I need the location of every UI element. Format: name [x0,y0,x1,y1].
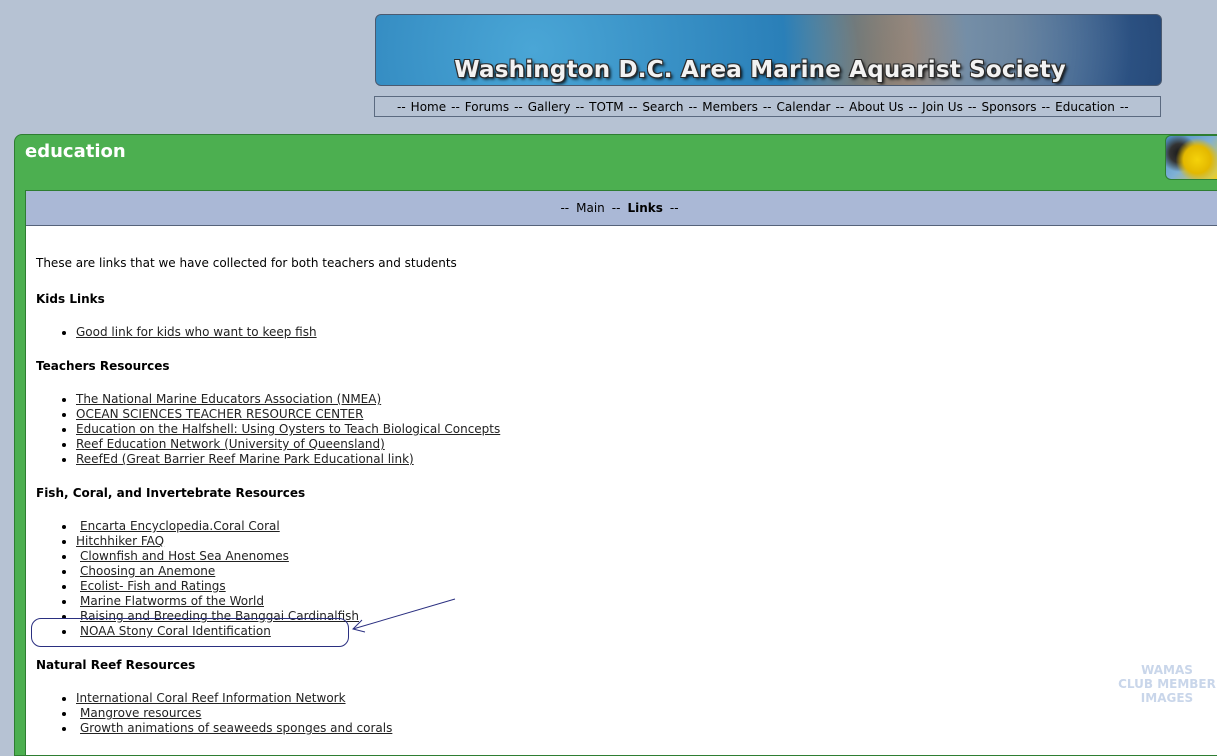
list-item: Clownfish and Host Sea Anenomes [76,549,1217,564]
nav-separator: -- [1119,99,1129,114]
teachers-links-list: The National Marine Educators Associatio… [36,392,1217,467]
list-item: Good link for kids who want to keep fish [76,325,1217,340]
nav-gallery[interactable]: Gallery [528,100,571,114]
sub-nav: -- Main -- Links -- [26,191,1217,226]
kids-links-list: Good link for kids who want to keep fish [36,325,1217,340]
watermark: WAMAS CLUB MEMBER IMAGES [1118,663,1216,705]
link-icrin[interactable]: International Coral Reef Information Net… [76,691,346,705]
nav-home[interactable]: Home [411,100,446,114]
link-noaa-stony-coral[interactable]: NOAA Stony Coral Identification [80,624,271,638]
content-area: -- Main -- Links -- These are links that… [25,190,1217,755]
list-item: Ecolist- Fish and Ratings [76,579,1217,594]
link-reefed[interactable]: ReefEd (Great Barrier Reef Marine Park E… [76,452,414,466]
list-item: The National Marine Educators Associatio… [76,392,1217,407]
education-panel: education -- Main -- Links -- These are … [14,134,1217,756]
link-hitchhiker-faq[interactable]: Hitchhiker FAQ [76,534,164,548]
nav-about-us[interactable]: About Us [849,100,903,114]
list-item: Marine Flatworms of the World [76,594,1217,609]
link-encarta-coral[interactable]: Encarta Encyclopedia.Coral Coral [80,519,280,533]
nav-separator: -- [575,99,585,114]
intro-text: These are links that we have collected f… [36,256,457,270]
list-item: Reef Education Network (University of Qu… [76,437,1217,452]
watermark-line: CLUB MEMBER [1118,677,1216,691]
nav-separator: -- [669,201,679,215]
section-heading-fish: Fish, Coral, and Invertebrate Resources [36,486,306,500]
nav-separator: -- [1041,99,1051,114]
list-item: Choosing an Anemone [76,564,1217,579]
fish-links-list: Encarta Encyclopedia.Coral Coral Hitchhi… [36,519,1217,639]
link-kids-keep-fish[interactable]: Good link for kids who want to keep fish [76,325,317,339]
link-banggai-cardinalfish[interactable]: Raising and Breeding the Banggai Cardina… [80,609,359,623]
fish-thumbnail-image [1165,135,1217,180]
nav-separator: -- [967,99,977,114]
link-nmea[interactable]: The National Marine Educators Associatio… [76,392,381,406]
nav-separator: -- [688,99,698,114]
banner-title: Washington D.C. Area Marine Aquarist Soc… [454,57,1066,83]
nav-totm[interactable]: TOTM [589,100,623,114]
nav-calendar[interactable]: Calendar [777,100,831,114]
nav-separator: -- [560,201,570,215]
list-item: Encarta Encyclopedia.Coral Coral [76,519,1217,534]
nav-education[interactable]: Education [1055,100,1115,114]
list-item: Hitchhiker FAQ [76,534,1217,549]
page-title: education [25,141,126,162]
list-item: Mangrove resources [76,706,1217,721]
watermark-line: WAMAS [1141,663,1193,677]
nav-separator: -- [514,99,523,114]
link-marine-flatworms[interactable]: Marine Flatworms of the World [80,594,264,608]
nav-members[interactable]: Members [702,100,758,114]
list-item: ReefEd (Great Barrier Reef Marine Park E… [76,452,1217,467]
link-choosing-anemone[interactable]: Choosing an Anemone [80,564,215,578]
links-content: These are links that we have collected f… [26,226,1217,736]
section-heading-teachers: Teachers Resources [36,359,170,373]
nav-separator: -- [628,99,638,114]
link-reef-education-network[interactable]: Reef Education Network (University of Qu… [76,437,385,451]
list-item: International Coral Reef Information Net… [76,691,1217,706]
nav-search[interactable]: Search [642,100,683,114]
nav-separator: -- [397,99,406,114]
link-mangrove[interactable]: Mangrove resources [80,706,201,720]
nav-separator: -- [908,99,918,114]
site-banner: Washington D.C. Area Marine Aquarist Soc… [375,14,1162,86]
nav-sponsors[interactable]: Sponsors [982,100,1037,114]
nav-separator: -- [611,201,621,215]
nav-join-us[interactable]: Join Us [922,100,963,114]
top-nav: -- Home -- Forums -- Gallery -- TOTM -- Sear… [374,96,1161,117]
nav-separator: -- [762,99,772,114]
list-item: NOAA Stony Coral Identification [76,624,1217,639]
link-clownfish-anemones[interactable]: Clownfish and Host Sea Anenomes [80,549,289,563]
list-item: OCEAN SCIENCES TEACHER RESOURCE CENTER [76,407,1217,422]
section-heading-kids: Kids Links [36,292,105,306]
subnav-links[interactable]: Links [627,201,662,215]
link-growth-animations[interactable]: Growth animations of seaweeds sponges an… [80,721,392,735]
reef-links-list: International Coral Reef Information Net… [36,691,1217,736]
link-ocean-sciences[interactable]: OCEAN SCIENCES TEACHER RESOURCE CENTER [76,407,363,421]
watermark-line: IMAGES [1140,691,1194,705]
subnav-main[interactable]: Main [576,201,605,215]
nav-forums[interactable]: Forums [465,100,509,114]
section-heading-reef: Natural Reef Resources [36,658,196,672]
link-ecolist[interactable]: Ecolist- Fish and Ratings [80,579,226,593]
link-halfshell[interactable]: Education on the Halfshell: Using Oyster… [76,422,500,436]
list-item: Raising and Breeding the Banggai Cardina… [76,609,1217,624]
list-item: Education on the Halfshell: Using Oyster… [76,422,1217,437]
nav-separator: -- [451,99,460,114]
nav-separator: -- [835,99,845,114]
